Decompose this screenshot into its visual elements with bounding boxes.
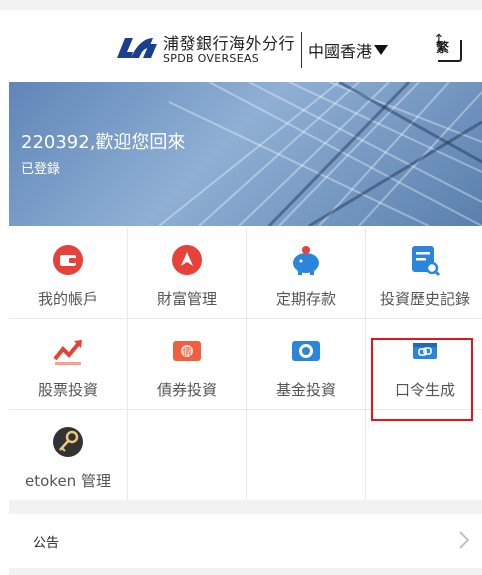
wealth-icon [172, 245, 202, 275]
grid-item-label: 投資歷史記錄 [379, 290, 470, 308]
grid-item-label: 基金投資 [275, 381, 336, 399]
welcome-message: 220392,歡迎您回來 [21, 132, 186, 153]
grid-item-empty [247, 410, 365, 500]
grid-item-label: 定期存款 [275, 290, 336, 308]
grid-item-empty [366, 410, 482, 500]
svg-text:債: 債 [182, 346, 191, 358]
piggy-bank-icon [293, 246, 319, 275]
grid-item-my-account[interactable]: 我的帳戶 [9, 228, 127, 318]
selection-highlight-box [371, 338, 473, 421]
grid-item-label: etoken 管理 [25, 472, 111, 490]
login-status: 已登錄 [21, 162, 61, 177]
grid-item-empty [128, 410, 246, 500]
spdb-logo-icon [117, 38, 157, 58]
grid-divider [246, 228, 247, 500]
welcome-banner: 220392,歡迎您回來 已登錄 [9, 82, 482, 226]
header-divider [301, 32, 302, 68]
brand-name-en: SPDB OVERSEAS [163, 52, 260, 65]
stock-chart-icon [53, 340, 82, 365]
building-background-image [158, 82, 482, 226]
grid-item-bond[interactable]: 債 債券投資 [128, 319, 246, 409]
region-selector[interactable]: 中國香港 [308, 38, 389, 62]
announcement-row[interactable]: 公告 [9, 514, 482, 568]
grid-item-fixed-deposit[interactable]: 定期存款 [247, 228, 365, 318]
top-spacer [0, 0, 482, 10]
history-search-icon [412, 246, 441, 276]
grid-item-investment-history[interactable]: 投資歷史記錄 [366, 228, 482, 318]
grid-item-label: 財富管理 [156, 290, 217, 308]
app-header: 浦發銀行海外分行 SPDB OVERSEAS 中國香港 ↑ 繁 [0, 10, 482, 80]
language-label: 繁 [436, 41, 450, 56]
chevron-right-icon [459, 531, 470, 549]
wallet-icon [53, 245, 83, 275]
brand-name-cn: 浦發銀行海外分行 [163, 34, 296, 53]
announcement-label: 公告 [33, 536, 60, 551]
grid-item-stock[interactable]: 股票投資 [9, 319, 127, 409]
grid-item-fund[interactable]: 基金投資 [247, 319, 365, 409]
grid-item-label: 債券投資 [156, 381, 217, 399]
fund-icon [292, 341, 320, 361]
caret-down-icon [374, 45, 389, 55]
language-switch-button[interactable]: ↑ 繁 [432, 32, 466, 66]
grid-item-wealth[interactable]: 財富管理 [128, 228, 246, 318]
grid-item-etoken[interactable]: etoken 管理 [9, 410, 127, 500]
key-icon [53, 427, 83, 457]
bond-icon: 債 [173, 341, 201, 361]
section-spacer [9, 568, 482, 575]
grid-divider [365, 228, 366, 500]
region-label: 中國香港 [308, 42, 373, 61]
grid-divider [127, 228, 128, 500]
section-spacer [9, 500, 482, 514]
grid-item-label: 我的帳戶 [37, 290, 98, 308]
grid-item-label: 股票投資 [37, 381, 98, 399]
